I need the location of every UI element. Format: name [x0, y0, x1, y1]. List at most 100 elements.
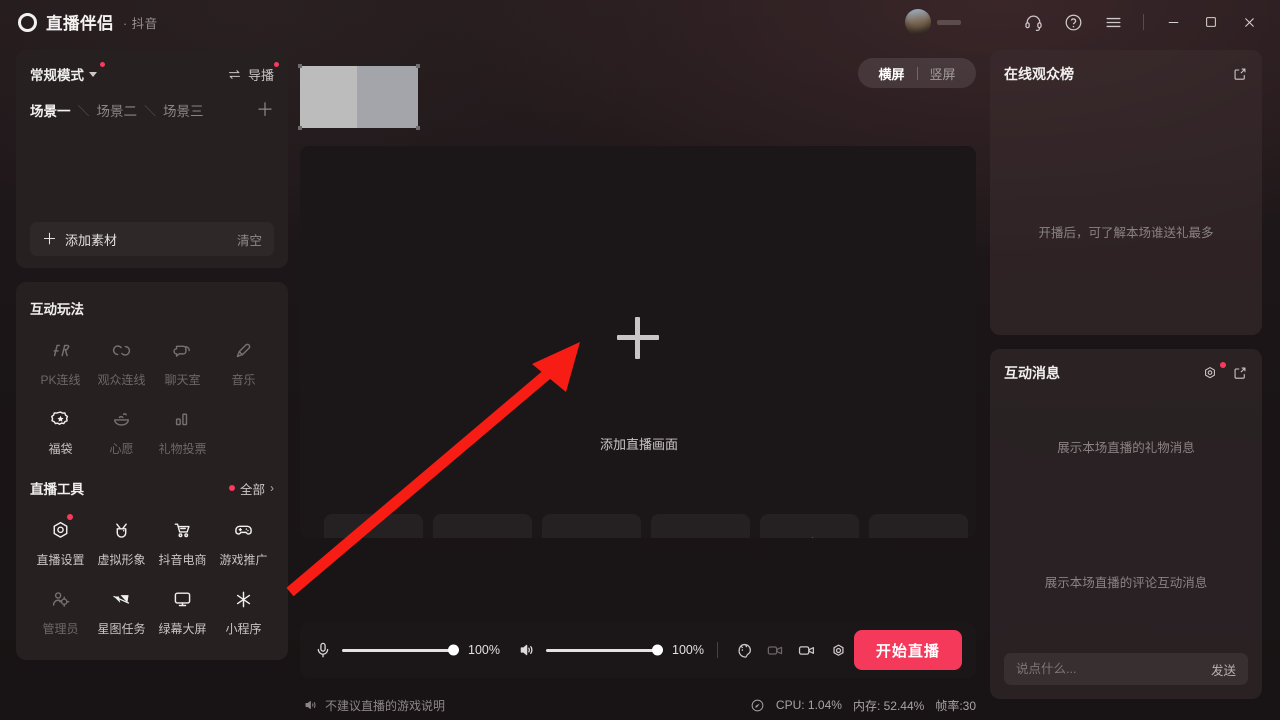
fullscreen-monitor-icon	[577, 533, 607, 539]
tool-item-avatar-persona[interactable]: 虚拟形象	[91, 510, 152, 575]
title-bar: 直播伴侣 · 抖音	[0, 0, 1280, 44]
tool-item-admin[interactable]: 管理员	[30, 579, 91, 644]
popout-window-icon[interactable]	[1232, 365, 1248, 381]
source-fullscreen[interactable]: 全屏	[542, 514, 641, 538]
minimize-button[interactable]	[1154, 5, 1192, 39]
tool-item-shop[interactable]: 抖音电商	[152, 510, 213, 575]
left-sidebar: 常规模式 导播 场景一 ＼ 场景二 ＼ 场景三 ＋ ＋ 添加素材 清空 互动玩法…	[16, 50, 288, 660]
tool-item-live-settings[interactable]: 直播设置	[30, 510, 91, 575]
source-more[interactable]: 更多	[869, 514, 968, 538]
speaker-slider-knob[interactable]	[652, 644, 663, 656]
app-subtitle: · 抖音	[123, 16, 158, 31]
live-tools-all-label: 全部	[239, 482, 265, 497]
tool-item-game-promo[interactable]: 游戏推广	[213, 510, 274, 575]
app-brand: 直播伴侣 · 抖音	[0, 10, 158, 34]
play-item-label: 观众连线	[97, 373, 146, 387]
mode-badge-dot	[100, 62, 105, 67]
mini-program-icon	[236, 591, 251, 608]
tool-item-star-map-task[interactable]: 星图任务	[91, 579, 152, 644]
menu-hamburger-icon[interactable]	[1093, 5, 1133, 39]
notice-group[interactable]: 不建议直播的游戏说明	[304, 697, 445, 714]
scene-tab-1[interactable]: 场景一	[30, 100, 71, 120]
camera-switch-icon[interactable]	[791, 633, 822, 667]
avatar-persona-icon	[116, 523, 127, 538]
gamepad-icon	[235, 525, 252, 535]
orientation-portrait[interactable]: 竖屏	[918, 64, 968, 83]
tool-item-green-screen[interactable]: 绿幕大屏	[152, 579, 213, 644]
settings-gear-icon[interactable]	[823, 633, 854, 667]
source-buttons: 摄像头 游戏进程 全屏	[324, 514, 968, 538]
material-thumbnail[interactable]	[298, 64, 420, 130]
app-root: 直播伴侣 · 抖音 常规模式 导播 场景一 ＼ 场景二 ＼ 场景三 ＋ ＋ 添加…	[0, 0, 1280, 720]
live-settings-icon	[53, 521, 68, 538]
play-item-gift-vote[interactable]: 礼物投票	[152, 399, 213, 464]
shopping-cart-icon	[174, 523, 190, 538]
comment-input[interactable]	[1016, 662, 1203, 676]
live-tools-grid: 直播设置 虚拟形象 抖音电商 游戏推广 管理员 星图任务 绿幕大屏 小程序	[30, 510, 274, 644]
swap-arrows-icon	[228, 69, 240, 79]
send-button[interactable]: 发送	[1211, 660, 1236, 679]
camera-icon	[359, 533, 389, 539]
play-item-lucky-bag[interactable]: 福袋	[30, 399, 91, 464]
scene-tabs: 场景一 ＼ 场景二 ＼ 场景三 ＋	[30, 100, 274, 120]
speaker-muted-icon	[520, 644, 533, 656]
source-window[interactable]: 窗口	[651, 514, 750, 538]
gift-vote-bar-icon	[175, 413, 188, 426]
dual-screen-icon[interactable]	[760, 633, 791, 667]
interaction-messages-panel: 互动消息 展示本场直播的礼物消息 展示本场直播的评论互动消息 说点什么... 发…	[990, 349, 1262, 699]
beauty-filter-icon[interactable]	[729, 633, 760, 667]
play-item-music[interactable]: 音乐	[213, 330, 274, 395]
orientation-landscape[interactable]: 横屏	[866, 64, 916, 83]
tool-item-mini-program[interactable]: 小程序	[213, 579, 274, 644]
play-item-wish[interactable]: 心愿	[91, 399, 152, 464]
plus-icon: ＋	[42, 230, 58, 248]
add-material-button[interactable]: ＋ 添加素材	[42, 230, 117, 249]
play-item-audience-link[interactable]: 观众连线	[91, 330, 152, 395]
headset-support-icon[interactable]	[1013, 5, 1053, 39]
messages-title: 互动消息	[1004, 365, 1060, 381]
clear-materials-button[interactable]: 清空	[237, 230, 262, 249]
add-material-bar: ＋ 添加素材 清空	[30, 222, 274, 256]
maximize-button[interactable]	[1192, 5, 1230, 39]
play-item-chatroom[interactable]: 聊天室	[152, 330, 213, 395]
live-tools-header: 直播工具 全部 ›	[30, 478, 274, 498]
help-circle-icon[interactable]	[1053, 5, 1093, 39]
scene-separator-2: ＼	[144, 103, 157, 118]
close-button[interactable]	[1230, 5, 1268, 39]
play-item-label: 聊天室	[164, 373, 201, 387]
popout-window-icon[interactable]	[1232, 66, 1248, 82]
start-live-button[interactable]: 开始直播	[853, 630, 963, 670]
live-tools-all-button[interactable]: 全部 ›	[228, 479, 274, 498]
tool-item-label: 小程序	[225, 622, 262, 636]
chatroom-icon	[173, 345, 190, 357]
scene-tab-3[interactable]: 场景三	[163, 100, 204, 120]
mic-slider-knob[interactable]	[448, 644, 459, 656]
live-preview-canvas[interactable]: 添加直播画面 摄像头	[300, 146, 976, 538]
live-tools-title: 直播工具	[30, 482, 84, 497]
resize-handle-bl[interactable]	[298, 126, 302, 130]
add-scene-button[interactable]: ＋	[256, 101, 274, 119]
resize-handle-br[interactable]	[416, 126, 420, 130]
source-airplay-ios[interactable]: 投屏(iOS)	[760, 514, 859, 538]
play-item-pk[interactable]: PK连线	[30, 330, 91, 395]
add-material-label: 添加素材	[65, 232, 118, 248]
admin-user-icon	[52, 592, 70, 607]
guide-button[interactable]: 导播	[227, 61, 279, 84]
mic-volume-slider[interactable]	[342, 644, 459, 656]
tool-item-label: 星图任务	[97, 622, 146, 636]
source-game-process[interactable]: 游戏进程	[433, 514, 532, 538]
message-settings-wrap[interactable]	[1202, 362, 1226, 381]
source-camera[interactable]: 摄像头	[324, 514, 423, 538]
fps-stat: 帧率:30	[935, 698, 976, 713]
resize-handle-tl[interactable]	[298, 64, 302, 68]
viewers-header-actions	[1232, 66, 1248, 82]
add-live-screen-plus-icon[interactable]	[617, 317, 659, 359]
apple-airplay-icon	[810, 537, 813, 538]
user-account[interactable]	[905, 9, 961, 35]
app-logo-icon	[18, 12, 37, 32]
scene-tab-2[interactable]: 场景二	[97, 100, 138, 120]
resize-handle-tr[interactable]	[416, 64, 420, 68]
speaker-volume-slider[interactable]	[546, 644, 663, 656]
mode-selector[interactable]: 常规模式	[30, 62, 105, 84]
chevron-down-icon	[89, 71, 97, 77]
